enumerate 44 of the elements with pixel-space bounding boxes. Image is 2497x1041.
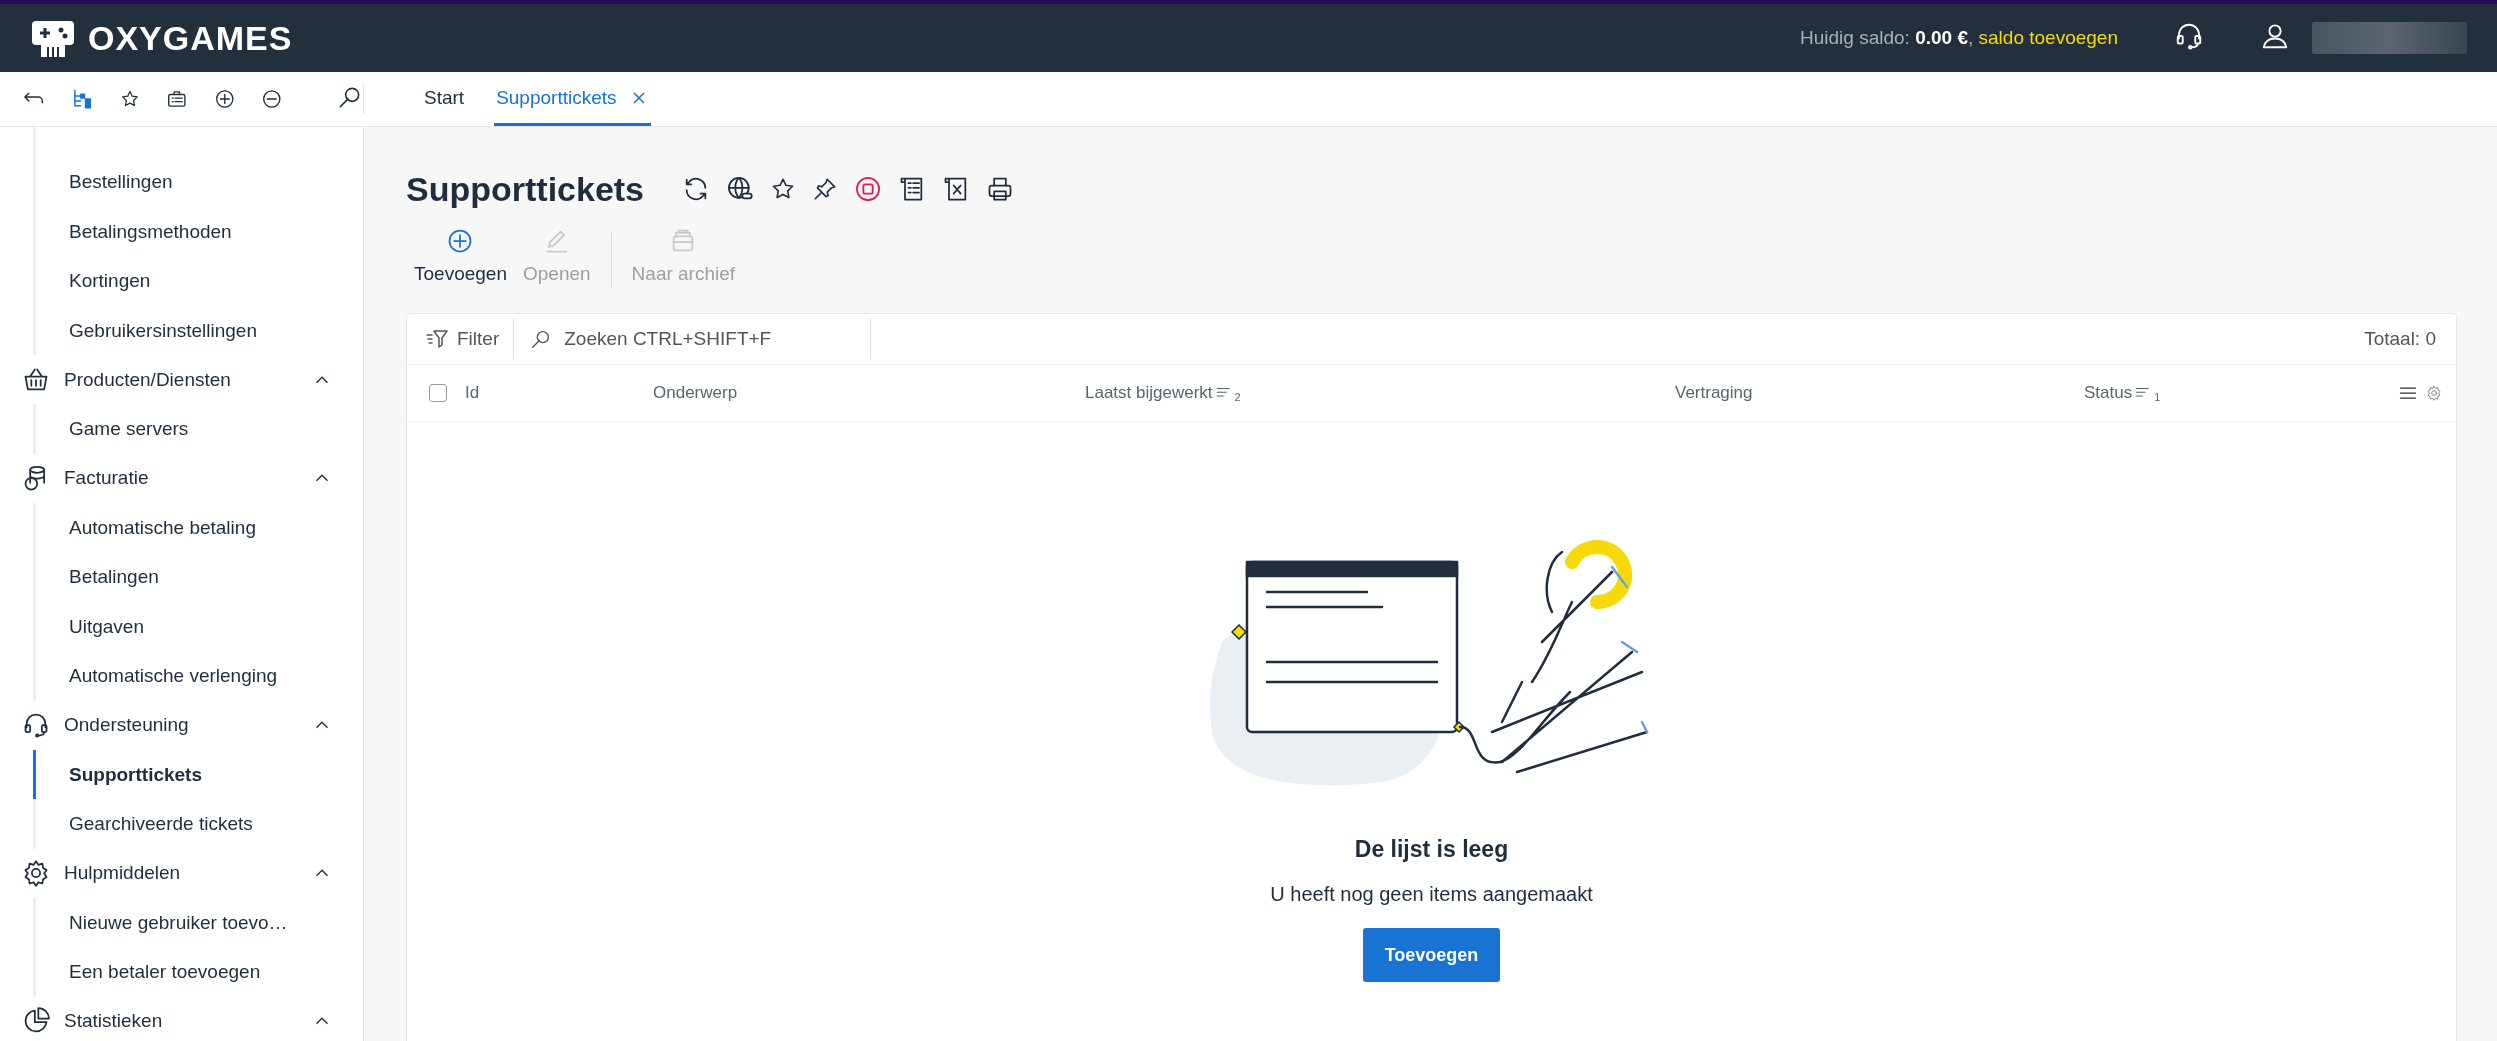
toolbar-button[interactable]: Toevoegen <box>406 227 515 285</box>
sidebar-group[interactable]: Hulpmiddelen <box>64 862 311 884</box>
filter-button[interactable]: Filter <box>407 319 515 359</box>
add-balance-link[interactable]: saldo toevoegen <box>1978 27 2118 48</box>
empty-state-title: De lijst is leeg <box>1354 836 1509 863</box>
gear-icon <box>22 859 50 887</box>
pie-icon <box>22 1007 50 1035</box>
headset-icon[interactable] <box>2174 21 2204 51</box>
filter-icon <box>425 327 449 351</box>
sort-order: 1 <box>2154 391 2161 403</box>
tab[interactable]: Start <box>422 72 467 126</box>
add-button[interactable]: Toevoegen <box>1362 928 1501 982</box>
settings-icon[interactable] <box>2426 385 2442 401</box>
sidebar-item[interactable]: Automatische betaling <box>36 502 363 552</box>
sidebar-item[interactable]: Gebruikersinstellingen <box>36 305 363 355</box>
column-header[interactable]: Laatst bijgewerkt <box>1085 383 1213 403</box>
column-header[interactable]: Id <box>465 383 480 403</box>
sidebar-item[interactable]: Bestellingen <box>36 157 363 207</box>
sidebar-group[interactable]: Producten/Diensten <box>64 368 311 391</box>
empty-state-text: U heeft nog geen items aangemaakt <box>1270 883 1593 906</box>
total-count: Totaal: 0 <box>2364 328 2437 350</box>
select-all-checkbox[interactable] <box>429 384 447 402</box>
search-field[interactable]: Zoeken CTRL+SHIFT+F <box>562 327 857 351</box>
stop-icon[interactable] <box>854 175 883 203</box>
column-header[interactable]: Onderwerp <box>653 383 738 403</box>
sidebar-group[interactable]: Ondersteuning <box>64 714 311 736</box>
sidebar-group[interactable]: Statistieken <box>64 1010 311 1032</box>
balance-text: Huidig saldo: 0.00 €, saldo toevoegen <box>1800 27 2118 49</box>
column-header[interactable]: Status <box>2084 383 2133 403</box>
sidebar-item[interactable]: Uitgaven <box>36 601 363 651</box>
sidebar-item[interactable]: Nieuwe gebruiker toevo… <box>36 897 363 947</box>
sidebar-item[interactable]: Kortingen <box>36 256 363 306</box>
sidebar-item[interactable]: Een betaler toevoegen <box>36 947 363 997</box>
sort-order: 2 <box>1234 391 1241 403</box>
sidebar-item[interactable]: Game servers <box>36 404 363 454</box>
sidebar-group[interactable]: Facturatie <box>64 467 311 489</box>
logo-text[interactable]: OXYGAMES <box>88 18 293 58</box>
sidebar-item[interactable]: Betalingen <box>36 552 363 602</box>
headset-icon <box>22 711 50 739</box>
sidebar-item[interactable]: Automatische verlenging <box>36 651 363 701</box>
page-title: Supporttickets <box>406 169 645 209</box>
column-header[interactable]: Vertraging <box>1675 383 1753 403</box>
sidebar-item[interactable]: Gearchiveerde tickets <box>36 799 363 849</box>
sidebar-item[interactable]: Betalingsmethoden <box>36 206 363 256</box>
